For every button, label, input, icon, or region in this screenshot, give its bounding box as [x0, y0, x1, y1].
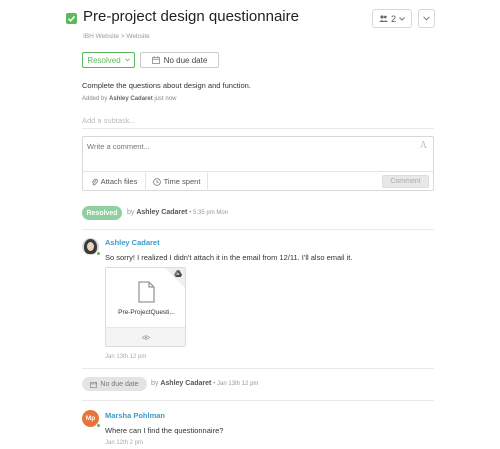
more-options-button[interactable]	[418, 9, 435, 28]
comment-toolbar: Attach files Time spent Comment	[83, 171, 433, 191]
added-by-line: Added by Ashley Cadaret just now	[82, 96, 176, 102]
due-date-button[interactable]: No due date	[140, 52, 219, 68]
calendar-icon	[90, 381, 98, 388]
added-when: just now	[154, 96, 177, 102]
comment-author[interactable]: Marsha Pohlman	[105, 411, 165, 420]
task-title[interactable]: Pre-project design questionnaire	[83, 8, 299, 25]
event-by: by	[127, 209, 135, 216]
divider	[82, 128, 434, 129]
due-event-meta: by Ashley Cadaret • Jan 13th 12 pm	[151, 380, 258, 387]
event-user[interactable]: Ashley Cadaret	[136, 209, 187, 216]
eye-icon	[141, 334, 150, 340]
comment-date: Jan 12th 2 pm	[105, 440, 144, 446]
time-spent-label: Time spent	[163, 177, 201, 186]
avatar-face	[87, 242, 94, 251]
followers-count: 2	[390, 13, 396, 24]
resolved-status-pill: Resolved	[82, 206, 122, 220]
divider	[82, 400, 434, 401]
due-date-label: No due date	[163, 55, 208, 65]
attachment-preview-bar[interactable]	[106, 327, 185, 346]
status-button[interactable]: Resolved	[82, 52, 135, 68]
event-time: • Jan 13th 12 pm	[213, 381, 259, 387]
people-icon	[379, 15, 388, 22]
due-date-pill-label: No due date	[100, 380, 139, 388]
comment-text: So sorry! I realized I didn't attach it …	[105, 253, 353, 262]
add-subtask-input[interactable]: Add a subtask...	[82, 116, 136, 125]
calendar-icon	[151, 56, 160, 64]
online-status-dot	[96, 423, 101, 428]
attachment-filename: Pre-ProjectQuesti...	[118, 309, 175, 316]
event-time: • 5:35 pm Mon	[189, 210, 229, 216]
status-label: Resolved	[87, 55, 121, 65]
comment-input[interactable]	[87, 142, 407, 151]
task-complete-checkbox[interactable]	[66, 13, 77, 24]
drive-icon	[174, 270, 182, 277]
clock-icon	[152, 177, 161, 186]
chevron-down-icon	[124, 58, 130, 62]
online-status-dot	[96, 251, 101, 256]
event-by: by	[151, 380, 159, 387]
added-prefix: Added by	[82, 96, 108, 102]
due-date-pill: No due date	[82, 377, 147, 391]
added-by-user: Ashley Cadaret	[109, 96, 153, 102]
time-spent-button[interactable]: Time spent	[146, 172, 208, 191]
comment-text: Where can I find the questionnaire?	[105, 426, 224, 435]
comment-date: Jan 13th 12 pm	[105, 354, 147, 360]
followers-button[interactable]: 2	[372, 9, 412, 28]
chevron-down-icon	[423, 16, 430, 21]
divider	[82, 229, 434, 230]
chevron-down-icon	[399, 16, 405, 21]
divider	[82, 368, 434, 369]
document-icon	[138, 281, 155, 303]
comment-box: A Attach files Time spent Comment	[82, 136, 434, 191]
comment-submit-button[interactable]: Comment	[382, 175, 429, 188]
task-description[interactable]: Complete the questions about design and …	[82, 81, 251, 90]
breadcrumb[interactable]: IBH Website > Website	[83, 33, 150, 40]
comment-author[interactable]: Ashley Cadaret	[105, 238, 160, 247]
event-user[interactable]: Ashley Cadaret	[160, 380, 211, 387]
attachment-card[interactable]: Pre-ProjectQuesti...	[105, 267, 186, 347]
attach-files-button[interactable]: Attach files	[83, 172, 146, 191]
attach-files-label: Attach files	[100, 177, 138, 186]
font-format-icon[interactable]: A	[420, 140, 427, 151]
resolved-event-meta: by Ashley Cadaret • 5:35 pm Mon	[127, 209, 228, 216]
paperclip-icon	[91, 178, 98, 185]
checkbox-icon	[67, 15, 76, 22]
